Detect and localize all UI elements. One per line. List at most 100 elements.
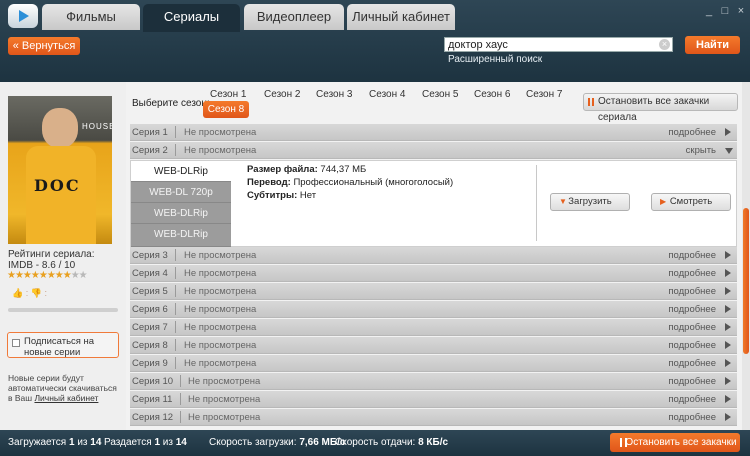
chevron-right-icon[interactable] (725, 287, 731, 295)
divider (175, 339, 176, 351)
episode-row[interactable]: Серия 2 Не просмотрена скрыть (130, 142, 737, 159)
quality-option[interactable]: WEB-DLRip (131, 224, 231, 247)
translation-label: Перевод: (247, 177, 291, 188)
details-link[interactable]: подробнее (668, 376, 716, 387)
divider (175, 357, 176, 369)
status-bar: Загружается 1 из 14 Раздается 1 из 14 Ск… (0, 430, 750, 456)
hide-link[interactable]: скрыть (686, 145, 716, 156)
checkbox-icon[interactable] (12, 339, 20, 347)
chevron-right-icon[interactable] (725, 341, 731, 349)
details-link[interactable]: подробнее (668, 268, 716, 279)
maximize-icon[interactable]: □ (720, 6, 730, 17)
episode-status: Не просмотрена (184, 268, 257, 279)
divider (175, 126, 176, 138)
downloading-count: Загружается 1 из 14 (8, 437, 101, 448)
tab-films[interactable]: Фильмы (42, 4, 140, 30)
divider (180, 393, 181, 405)
episode-status: Не просмотрена (184, 286, 257, 297)
scrollbar-thumb[interactable] (743, 208, 749, 354)
translation-value: Профессиональный (многоголосый) (293, 177, 454, 188)
details-link[interactable]: подробнее (668, 340, 716, 351)
personal-cabinet-link[interactable]: Личный кабинет (34, 393, 98, 403)
divider (175, 303, 176, 315)
chevron-right-icon[interactable] (725, 128, 731, 136)
details-link[interactable]: подробнее (668, 127, 716, 138)
like-dislike: 👍 : 👎 : (12, 288, 47, 298)
episode-row[interactable]: Серия 6 Не просмотрена подробнее (130, 301, 737, 318)
file-size: Размер файла: 744,37 МБ (247, 164, 366, 175)
back-button[interactable]: « Вернуться (8, 37, 80, 55)
pause-icon (588, 98, 594, 106)
clear-search-icon[interactable]: × (659, 39, 670, 50)
season-8[interactable]: Сезон 8 (203, 101, 249, 118)
episode-row[interactable]: Серия 9 Не просмотрена подробнее (130, 355, 737, 372)
episode-row[interactable]: Серия 3 Не просмотрена подробнее (130, 247, 737, 264)
details-link[interactable]: подробнее (668, 394, 716, 405)
subscribe-checkbox[interactable]: Подписаться на новые серии (7, 332, 119, 358)
season-6[interactable]: Сезон 6 (474, 89, 510, 100)
chevron-right-icon[interactable] (725, 269, 731, 277)
subscribe-note: Новые серии будут автоматически скачиват… (8, 373, 120, 403)
subtitles: Субтитры: Нет (247, 190, 316, 201)
details-link[interactable]: подробнее (668, 304, 716, 315)
season-5[interactable]: Сезон 5 (422, 89, 458, 100)
close-icon[interactable]: × (736, 6, 746, 17)
episode-row[interactable]: Серия 8 Не просмотрена подробнее (130, 337, 737, 354)
minimize-icon[interactable]: _ (704, 6, 714, 17)
stop-all-downloads-button[interactable]: Остановить все закачки (610, 433, 740, 452)
details-link[interactable]: подробнее (668, 286, 716, 297)
watch-button[interactable]: ▶ Смотреть (651, 193, 731, 211)
season-7[interactable]: Сезон 7 (526, 89, 562, 100)
quality-option[interactable]: WEB-DLRip (131, 203, 231, 224)
tab-videoplayer[interactable]: Видеоплеер (244, 4, 344, 30)
chevron-down-icon[interactable] (725, 148, 733, 154)
upload-speed-label: Скорость отдачи: (335, 437, 416, 448)
chevron-right-icon[interactable] (725, 395, 731, 403)
download-button[interactable]: ▼ Загрузить (550, 193, 630, 211)
episode-row[interactable]: Серия 4 Не просмотрена подробнее (130, 265, 737, 282)
episode-status: Не просмотрена (184, 340, 257, 351)
find-button[interactable]: Найти (685, 36, 740, 54)
chevron-right-icon[interactable] (725, 359, 731, 367)
tab-personal-cabinet[interactable]: Личный кабинет (347, 4, 455, 30)
chevron-right-icon[interactable] (725, 413, 731, 421)
advanced-search-link[interactable]: Расширенный поиск (448, 54, 542, 65)
poster-head (42, 108, 78, 148)
seeding-total: 14 (175, 437, 187, 448)
stop-series-downloads-button[interactable]: Остановить все закачки сериала (583, 93, 738, 123)
episode-row[interactable]: Серия 5 Не просмотрена подробнее (130, 283, 737, 300)
divider (180, 411, 181, 423)
season-4[interactable]: Сезон 4 (369, 89, 405, 100)
quality-option[interactable]: WEB-DLRip (131, 161, 231, 182)
details-link[interactable]: подробнее (668, 250, 716, 261)
series-sidebar: DOC HOUSE Рейтинги сериала: IMDB - 8.6 /… (0, 82, 126, 430)
episode-row[interactable]: Серия 10 Не просмотрена подробнее (130, 373, 737, 390)
search-input[interactable] (448, 38, 648, 51)
details-link[interactable]: подробнее (668, 412, 716, 423)
seeding-value: 1 (154, 437, 161, 448)
downloading-value: 1 (68, 437, 75, 448)
divider (175, 285, 176, 297)
season-1[interactable]: Сезон 1 (210, 89, 246, 100)
episode-row[interactable]: Серия 12 Не просмотрена подробнее (130, 409, 737, 426)
episode-row[interactable]: Серия 1 Не просмотрена подробнее (130, 124, 737, 141)
episode-status: Не просмотрена (188, 376, 261, 387)
app-logo (8, 4, 38, 28)
details-link[interactable]: подробнее (668, 358, 716, 369)
downloading-label: Загружается (8, 437, 67, 448)
tab-serials[interactable]: Сериалы (143, 4, 240, 32)
chevron-right-icon[interactable] (725, 323, 731, 331)
details-link[interactable]: подробнее (668, 322, 716, 333)
like-icon[interactable]: 👍 (12, 288, 23, 298)
episode-row[interactable]: Серия 7 Не просмотрена подробнее (130, 319, 737, 336)
play-icon: ▶ (660, 197, 667, 206)
chevron-right-icon[interactable] (725, 251, 731, 259)
episode-row[interactable]: Серия 11 Не просмотрена подробнее (130, 391, 737, 408)
divider (175, 267, 176, 279)
dislike-icon[interactable]: 👎 (31, 288, 42, 298)
chevron-right-icon[interactable] (725, 377, 731, 385)
quality-option[interactable]: WEB-DL 720p (131, 182, 231, 203)
chevron-right-icon[interactable] (725, 305, 731, 313)
season-2[interactable]: Сезон 2 (264, 89, 300, 100)
season-3[interactable]: Сезон 3 (316, 89, 352, 100)
